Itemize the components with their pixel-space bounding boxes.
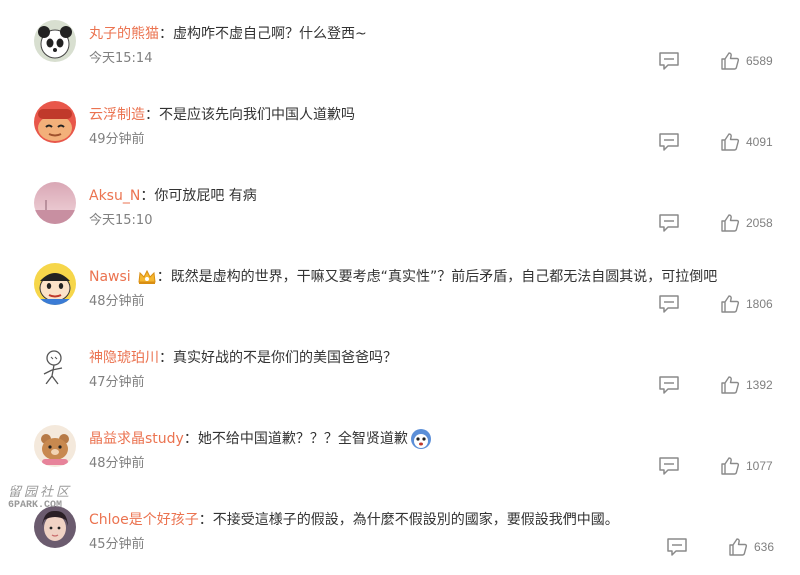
comment-text: 你可放屁吧 有病 bbox=[154, 188, 257, 204]
comment-colon: ： bbox=[156, 269, 171, 285]
comment-icon[interactable] bbox=[658, 213, 680, 233]
like-count: 4091 bbox=[746, 135, 773, 149]
thumbs-up-icon bbox=[720, 51, 740, 71]
comment-item: Chloe是个好孩子：不接受這様子的假設，為什麼不假設別的國家，要假設我們中國。… bbox=[0, 502, 800, 575]
like-button[interactable]: 6589 bbox=[720, 50, 773, 72]
like-count: 1392 bbox=[746, 378, 773, 392]
comment-item: 晶益求晶study：她不给中国道歉？？？全智贤道歉 48分钟前 1077 bbox=[0, 421, 800, 501]
like-count: 1077 bbox=[746, 459, 773, 473]
comment-item: 神隐琥珀川：真实好战的不是你们的美国爸爸吗？ 47分钟前 1392 bbox=[0, 340, 800, 420]
thumbs-up-icon bbox=[728, 537, 748, 557]
comment-icon[interactable] bbox=[666, 537, 688, 557]
comment-colon: ： bbox=[145, 107, 159, 123]
comment-text: 虚构咋不虚自己啊？什么登西~ bbox=[173, 26, 367, 42]
comment-icon[interactable] bbox=[658, 51, 680, 71]
comment-time: 48分钟前 bbox=[89, 294, 145, 309]
watermark-cn: 留园社区 bbox=[8, 485, 73, 500]
comment-item: 丸子的熊猫：虚构咋不虚自己啊？什么登西~ 今天15:14 6589 bbox=[0, 16, 800, 96]
like-count: 1806 bbox=[746, 297, 773, 311]
like-button[interactable]: 1806 bbox=[720, 293, 773, 315]
pink-sky-avatar-icon[interactable] bbox=[34, 182, 76, 224]
blue-face-emoji-icon bbox=[410, 428, 432, 450]
comment-text: 不是应该先向我们中国人道歉吗 bbox=[159, 107, 355, 123]
comment-item: 云浮制造：不是应该先向我们中国人道歉吗 49分钟前 4091 bbox=[0, 97, 800, 177]
like-button[interactable]: 2058 bbox=[720, 212, 773, 234]
sketch-figure-avatar-icon[interactable] bbox=[34, 344, 76, 386]
thumbs-up-icon bbox=[720, 132, 740, 152]
panda-avatar-icon[interactable] bbox=[34, 20, 76, 62]
comment-username[interactable]: Aksu_N bbox=[89, 188, 140, 204]
like-count: 6589 bbox=[746, 54, 773, 68]
crown-badge-icon[interactable] bbox=[137, 267, 157, 287]
watermark: 留园社区 6PARK.COM bbox=[8, 486, 90, 516]
comment-line: Aksu_N：你可放屁吧 有病 bbox=[89, 184, 257, 208]
comment-colon: ： bbox=[183, 431, 198, 447]
like-button[interactable]: 1077 bbox=[720, 455, 773, 477]
comment-time: 今天15:10 bbox=[89, 213, 153, 228]
comment-username[interactable]: 神隐琥珀川 bbox=[89, 350, 159, 366]
thumbs-up-icon bbox=[720, 375, 740, 395]
like-count: 2058 bbox=[746, 216, 773, 230]
comment-colon: ： bbox=[198, 512, 213, 528]
comment-line: Chloe是个好孩子：不接受這様子的假設，為什麼不假設別的國家，要假設我們中國。 bbox=[89, 508, 619, 532]
comment-text: 她不给中国道歉？？？全智贤道歉 bbox=[197, 431, 408, 447]
comment-username[interactable]: Nawsi bbox=[89, 269, 131, 285]
cartoon-face-avatar-icon[interactable] bbox=[34, 101, 76, 143]
comment-item: Aksu_N：你可放屁吧 有病 今天15:10 2058 bbox=[0, 178, 800, 258]
comment-icon[interactable] bbox=[658, 132, 680, 152]
comment-colon: ： bbox=[159, 350, 173, 366]
comment-line: Nawsi ：既然是虚构的世界，干嘛又要考虑“真实性”？前后矛盾，自己都无法自圆其… bbox=[89, 265, 717, 289]
comment-colon: ： bbox=[159, 26, 173, 42]
thumbs-up-icon bbox=[720, 213, 740, 233]
thumbs-up-icon bbox=[720, 456, 740, 476]
comment-line: 丸子的熊猫：虚构咋不虚自己啊？什么登西~ bbox=[89, 22, 367, 46]
comment-username[interactable]: 丸子的熊猫 bbox=[89, 26, 159, 42]
comment-text: 不接受這様子的假設，為什麼不假設別的國家，要假設我們中國。 bbox=[212, 512, 619, 528]
like-button[interactable]: 4091 bbox=[720, 131, 773, 153]
like-button[interactable]: 636 bbox=[728, 536, 774, 558]
comment-text: 既然是虚构的世界，干嘛又要考虑“真实性”？前后矛盾，自己都无法自圆其说，可拉倒吧 bbox=[170, 269, 718, 285]
comment-colon: ： bbox=[140, 188, 155, 204]
comment-username[interactable]: 云浮制造 bbox=[89, 107, 145, 123]
crayon-shin-avatar-icon[interactable] bbox=[34, 263, 76, 305]
comment-line: 晶益求晶study：她不给中国道歉？？？全智贤道歉 bbox=[89, 427, 432, 451]
bear-avatar-icon[interactable] bbox=[34, 425, 76, 467]
comment-icon[interactable] bbox=[658, 294, 680, 314]
comment-username[interactable]: Chloe是个好孩子 bbox=[89, 512, 199, 528]
comment-line: 神隐琥珀川：真实好战的不是你们的美国爸爸吗？ bbox=[89, 346, 397, 370]
comment-time: 45分钟前 bbox=[89, 537, 145, 552]
comment-username[interactable]: 晶益求晶study bbox=[89, 431, 184, 447]
comment-time: 今天15:14 bbox=[89, 51, 153, 66]
like-button[interactable]: 1392 bbox=[720, 374, 773, 396]
like-count: 636 bbox=[754, 540, 775, 554]
comment-time: 47分钟前 bbox=[89, 375, 145, 390]
comment-icon[interactable] bbox=[658, 375, 680, 395]
comment-text: 真实好战的不是你们的美国爸爸吗？ bbox=[173, 350, 397, 366]
comment-item: Nawsi ：既然是虚构的世界，干嘛又要考虑“真实性”？前后矛盾，自己都无法自圆其… bbox=[0, 259, 800, 339]
comment-icon[interactable] bbox=[658, 456, 680, 476]
thumbs-up-icon bbox=[720, 294, 740, 314]
comment-time: 48分钟前 bbox=[89, 456, 145, 471]
comment-time: 49分钟前 bbox=[89, 132, 145, 147]
comment-line: 云浮制造：不是应该先向我们中国人道歉吗 bbox=[89, 103, 355, 127]
comment-list: 丸子的熊猫：虚构咋不虚自己啊？什么登西~ 今天15:14 6589 云浮制造：不… bbox=[0, 0, 800, 575]
watermark-en: 6PARK.COM bbox=[8, 500, 63, 511]
